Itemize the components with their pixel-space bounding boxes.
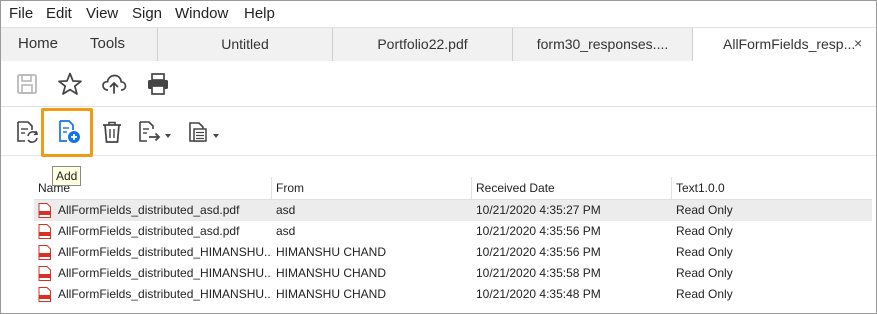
- column-header-text[interactable]: Text1.0.0: [672, 177, 872, 199]
- tab-home[interactable]: Home: [18, 28, 58, 61]
- cell-name: AllFormFields_distributed_HIMANSHU...: [58, 287, 272, 301]
- cell-text: Read Only: [676, 287, 733, 301]
- pdf-file-icon: [38, 224, 51, 239]
- upload-cloud-icon[interactable]: [101, 71, 127, 97]
- tab-document-label: AllFormFields_resp...: [723, 36, 856, 52]
- menu-view[interactable]: View: [86, 5, 118, 22]
- responses-toolbar: [1, 107, 876, 156]
- save-icon[interactable]: [14, 71, 40, 97]
- cell-text: Read Only: [676, 203, 733, 217]
- cell-from: HIMANSHU CHAND: [276, 287, 387, 301]
- cell-text: Read Only: [676, 224, 733, 238]
- close-tab-icon[interactable]: ×: [854, 28, 862, 58]
- cell-from: asd: [276, 203, 296, 217]
- pdf-file-icon: [38, 287, 51, 302]
- tab-document-allformfields[interactable]: AllFormFields_resp...: [692, 28, 876, 62]
- export-icon[interactable]: [137, 119, 175, 145]
- cell-name: AllFormFields_distributed_asd.pdf: [58, 224, 240, 238]
- export-data-icon[interactable]: [186, 119, 224, 145]
- cell-name: AllFormFields_distributed_HIMANSHU...: [58, 245, 272, 259]
- cell-name: AllFormFields_distributed_HIMANSHU...: [58, 266, 272, 280]
- tab-document-form30[interactable]: form30_responses....: [512, 28, 692, 61]
- update-icon[interactable]: [14, 119, 40, 145]
- cell-from: HIMANSHU CHAND: [276, 266, 387, 280]
- delete-icon[interactable]: [99, 119, 125, 145]
- table-row[interactable]: AllFormFields_distributed_HIMANSHU... HI…: [34, 242, 872, 263]
- tab-tools[interactable]: Tools: [90, 28, 125, 61]
- cell-received-date: 10/21/2020 4:35:58 PM: [476, 266, 601, 280]
- tab-bar: Home Tools Untitled Portfolio22.pdf form…: [1, 27, 876, 62]
- menu-help[interactable]: Help: [244, 5, 275, 22]
- menu-sign[interactable]: Sign: [132, 5, 162, 22]
- acrobat-window: File Edit View Sign Window Help Home Too…: [0, 0, 877, 314]
- table-header: Name From Received Date Text1.0.0: [34, 177, 872, 200]
- menu-bar: File Edit View Sign Window Help: [1, 1, 876, 27]
- cell-received-date: 10/21/2020 4:35:48 PM: [476, 287, 601, 301]
- pdf-file-icon: [38, 266, 51, 281]
- bookmark-star-icon[interactable]: [57, 71, 83, 97]
- table-row[interactable]: AllFormFields_distributed_HIMANSHU... HI…: [34, 284, 872, 305]
- table-row[interactable]: AllFormFields_distributed_asd.pdf asd 10…: [34, 200, 872, 221]
- pdf-file-icon: [38, 203, 51, 218]
- table-row[interactable]: AllFormFields_distributed_HIMANSHU... HI…: [34, 263, 872, 284]
- cell-name: AllFormFields_distributed_asd.pdf: [58, 203, 240, 217]
- cell-from: asd: [276, 224, 296, 238]
- tab-document-untitled[interactable]: Untitled: [157, 28, 332, 61]
- cell-received-date: 10/21/2020 4:35:27 PM: [476, 203, 601, 217]
- add-button-highlight: [41, 108, 93, 157]
- cell-text: Read Only: [676, 245, 733, 259]
- column-header-received-date[interactable]: Received Date: [472, 177, 672, 199]
- print-icon[interactable]: [145, 71, 171, 97]
- column-header-from[interactable]: From: [272, 177, 472, 199]
- menu-file[interactable]: File: [9, 5, 33, 22]
- menu-window[interactable]: Window: [175, 5, 228, 22]
- menu-edit[interactable]: Edit: [46, 5, 72, 22]
- tab-document-portfolio[interactable]: Portfolio22.pdf: [332, 28, 512, 61]
- pdf-file-icon: [38, 245, 51, 260]
- main-toolbar: [1, 61, 876, 107]
- cell-from: HIMANSHU CHAND: [276, 245, 387, 259]
- cell-received-date: 10/21/2020 4:35:56 PM: [476, 224, 601, 238]
- cell-received-date: 10/21/2020 4:35:56 PM: [476, 245, 601, 259]
- cell-text: Read Only: [676, 266, 733, 280]
- add-tooltip: Add: [52, 166, 82, 186]
- table-row[interactable]: AllFormFields_distributed_asd.pdf asd 10…: [34, 221, 872, 242]
